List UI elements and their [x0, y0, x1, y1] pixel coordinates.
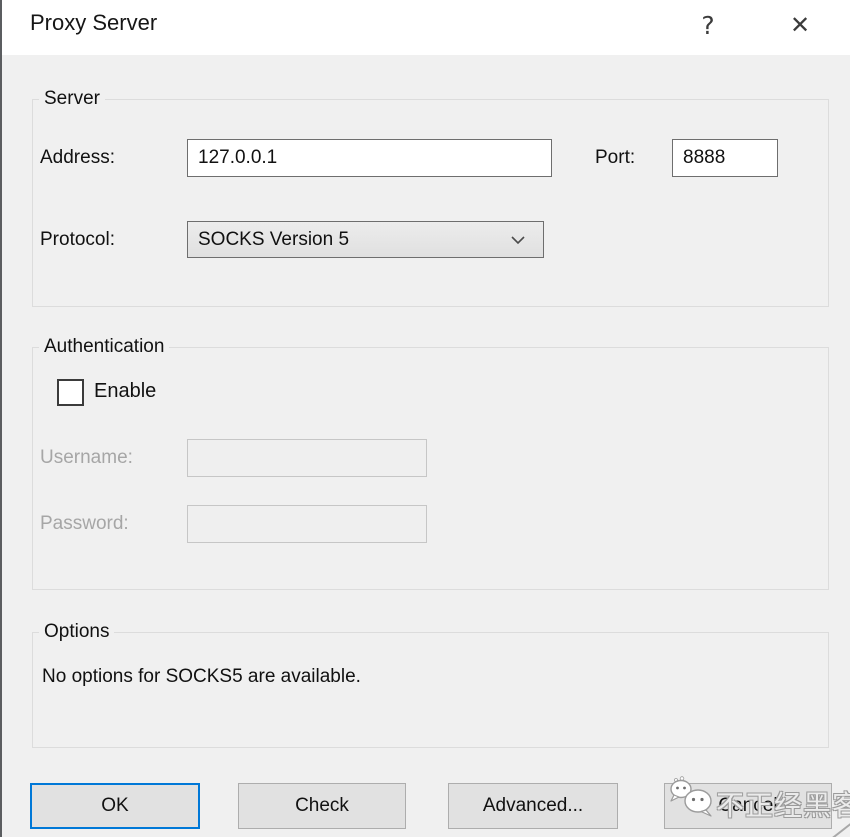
options-message: No options for SOCKS5 are available. — [42, 666, 361, 688]
check-button[interactable]: Check — [238, 783, 406, 829]
titlebar: Proxy Server ? ✕ — [2, 0, 850, 55]
password-input — [187, 505, 427, 543]
address-label: Address: — [40, 147, 115, 169]
protocol-select[interactable]: SOCKS Version 5 — [187, 221, 544, 258]
options-group-legend: Options — [39, 621, 114, 643]
server-group-legend: Server — [39, 88, 105, 110]
advanced-button[interactable]: Advanced... — [448, 783, 618, 829]
username-input — [187, 439, 427, 477]
close-button[interactable]: ✕ — [768, 0, 832, 50]
dialog-title: Proxy Server — [30, 10, 157, 36]
enable-checkbox-label[interactable]: Enable — [94, 380, 156, 403]
username-label: Username: — [40, 447, 133, 469]
protocol-label: Protocol: — [40, 229, 115, 251]
protocol-selected-value: SOCKS Version 5 — [198, 229, 509, 251]
proxy-server-dialog: Proxy Server ? ✕ Server Address: Port: P… — [0, 0, 850, 837]
address-input[interactable] — [187, 139, 552, 177]
help-icon: ? — [701, 11, 714, 40]
authentication-group: Authentication — [32, 336, 829, 590]
chevron-down-icon — [509, 231, 527, 249]
enable-checkbox[interactable] — [57, 379, 84, 406]
cancel-button[interactable]: Cancel — [664, 783, 832, 829]
password-label: Password: — [40, 513, 129, 535]
ok-button[interactable]: OK — [30, 783, 200, 829]
authentication-group-legend: Authentication — [39, 336, 169, 358]
help-button[interactable]: ? — [676, 0, 740, 50]
port-label: Port: — [595, 147, 635, 169]
port-input[interactable] — [672, 139, 778, 177]
server-group: Server — [32, 88, 829, 307]
close-icon: ✕ — [790, 11, 810, 39]
